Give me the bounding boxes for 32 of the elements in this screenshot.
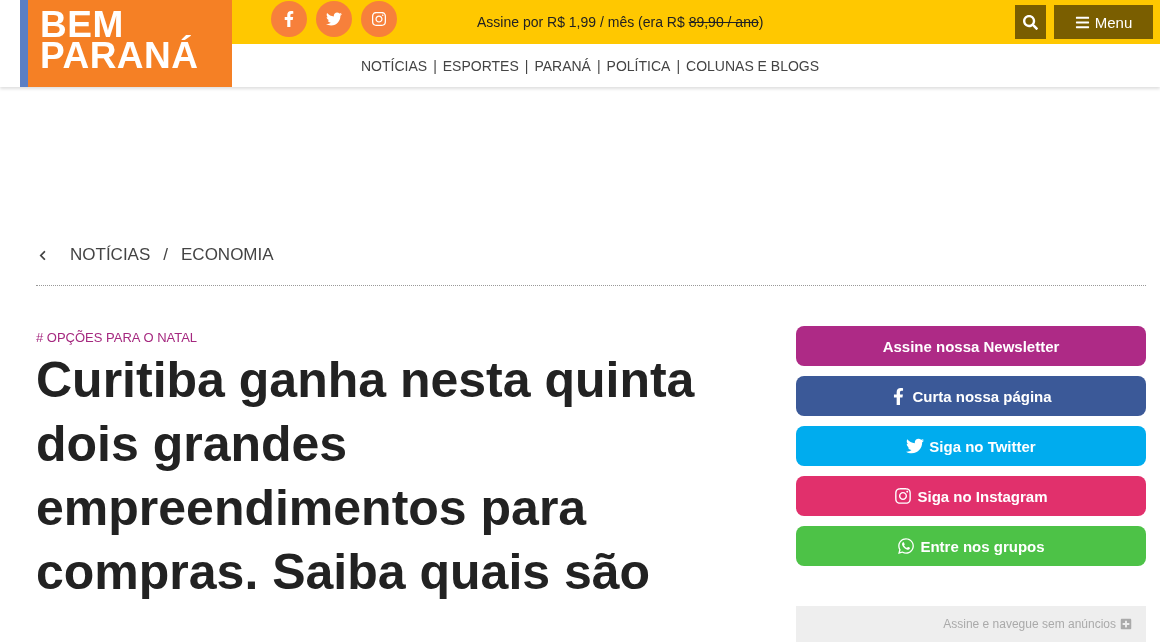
- instagram-icon: [894, 487, 913, 505]
- newsletter-button[interactable]: Assine nossa Newsletter: [796, 326, 1146, 366]
- promo-text[interactable]: Assine por R$ 1,99 / mês (era R$ 89,90 / ano): [477, 14, 764, 30]
- nav-separator: |: [676, 57, 681, 74]
- article-tag[interactable]: # OPÇÕES PARA O NATAL: [36, 330, 198, 346]
- nav-link[interactable]: NOTÍCIAS: [361, 57, 428, 74]
- article-headline: Curitiba ganha nesta quinta dois grandes empreendimentos para compras. Saiba quais são: [36, 351, 696, 602]
- nav-link[interactable]: COLUNAS E BLOGS: [686, 57, 820, 74]
- twitter-icon: [906, 437, 925, 455]
- nav-separator: |: [524, 57, 529, 74]
- instagram-follow-button[interactable]: Siga no Instagram: [796, 476, 1146, 516]
- search-icon: [1023, 14, 1038, 30]
- instagram-button[interactable]: [361, 1, 397, 37]
- breadcrumb-link[interactable]: NOTÍCIAS: [70, 245, 151, 265]
- logo-text: BEM PARANÁ: [40, 9, 199, 71]
- instagram-icon: [371, 11, 387, 27]
- menu-icon: [1074, 14, 1090, 30]
- search-button[interactable]: [1015, 5, 1046, 39]
- nav-link[interactable]: ESPORTES: [442, 57, 519, 74]
- twitter-icon: [326, 11, 342, 27]
- nav-separator: |: [433, 57, 437, 74]
- facebook-button[interactable]: [271, 1, 307, 37]
- facebook-page-button[interactable]: Curta nossa página: [796, 376, 1146, 416]
- breadcrumb-separator: /: [163, 245, 169, 265]
- breadcrumb-link[interactable]: ECONOMIA: [181, 245, 274, 265]
- chevron-left-icon[interactable]: [37, 249, 48, 261]
- nav-separator: |: [596, 57, 601, 74]
- whatsapp-icon: [897, 537, 916, 555]
- nav-link[interactable]: PARANÁ: [534, 57, 591, 74]
- nav-link[interactable]: POLÍTICA: [606, 57, 671, 74]
- twitter-button[interactable]: [316, 1, 352, 37]
- menu-button[interactable]: Menu: [1054, 5, 1153, 39]
